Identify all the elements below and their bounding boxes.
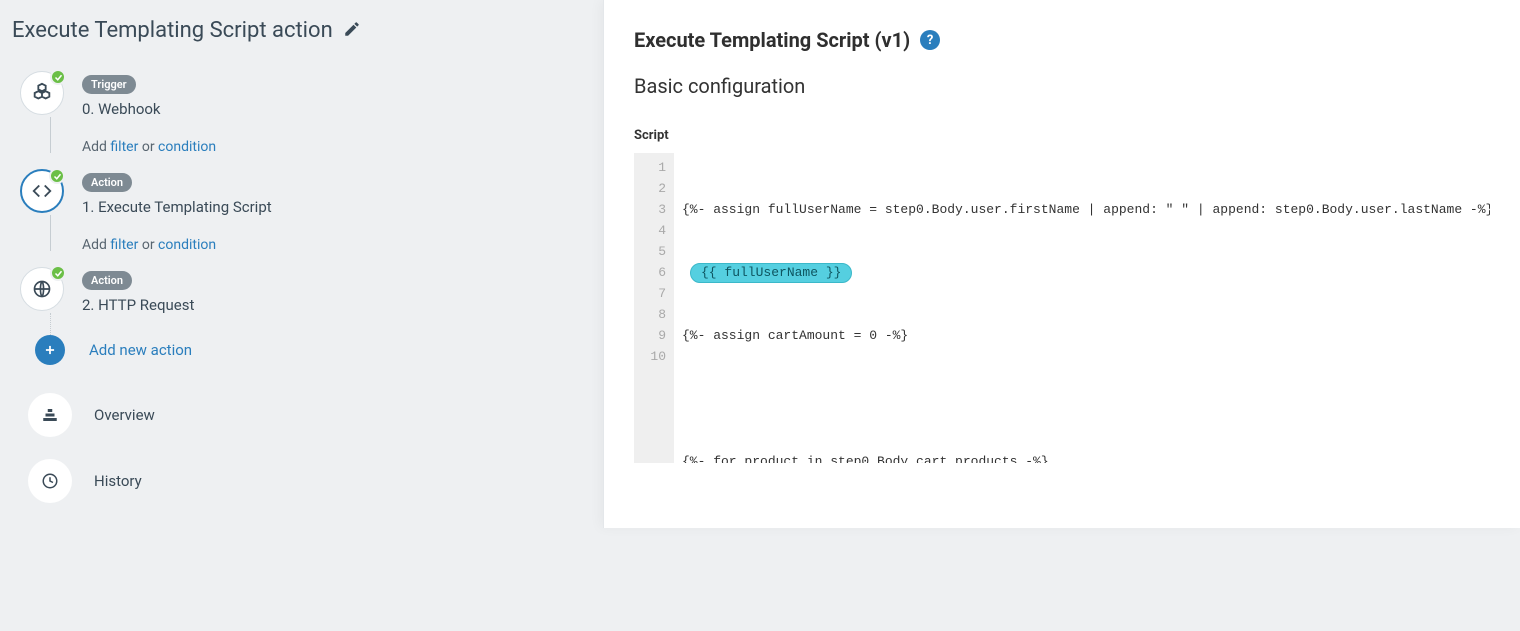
help-icon[interactable]: ? xyxy=(920,30,940,50)
history-icon xyxy=(41,472,59,490)
add-action-label[interactable]: Add new action xyxy=(89,341,192,359)
plus-icon xyxy=(43,343,57,357)
code-icon xyxy=(31,180,53,202)
code-line-5: {%- for product in step0.Body.cart.produ… xyxy=(682,451,1049,463)
step-badge: Action xyxy=(82,271,132,290)
add-condition-link[interactable]: condition xyxy=(158,237,216,253)
step-circle-2[interactable] xyxy=(20,267,64,311)
globe-icon xyxy=(32,279,52,299)
overview-icon xyxy=(41,406,59,424)
step-label: 2. HTTP Request xyxy=(82,296,194,314)
variable-pill-fullusername[interactable]: {{ fullUserName }} xyxy=(690,263,852,283)
code-body[interactable]: {%- assign fullUserName = step0.Body.use… xyxy=(674,153,1490,463)
step-label: 0. Webhook xyxy=(82,100,161,118)
add-filter-link[interactable]: filter xyxy=(110,139,138,155)
script-code-editor[interactable]: 1 2 3 4 5 6 7 8 9 10 {%- assign fullUser… xyxy=(634,153,1490,463)
filter-row-1: Add filter or condition xyxy=(20,229,583,267)
step-label: 1. Execute Templating Script xyxy=(82,198,272,216)
workflow-step-1[interactable]: Action 1. Execute Templating Script xyxy=(20,169,583,229)
history-button[interactable] xyxy=(28,459,72,503)
detail-title: Execute Templating Script (v1) xyxy=(634,28,910,52)
script-field-label: Script xyxy=(634,128,1490,143)
add-action-button[interactable] xyxy=(35,335,65,365)
edit-title-icon[interactable] xyxy=(343,20,361,42)
filter-row-0: Add filter or condition xyxy=(20,131,583,169)
status-ok-icon xyxy=(50,69,66,85)
workflow-step-0[interactable]: Trigger 0. Webhook xyxy=(20,71,583,131)
left-panel: Execute Templating Script action Trigger… xyxy=(0,0,603,631)
status-ok-icon xyxy=(50,265,66,281)
add-condition-link[interactable]: condition xyxy=(158,139,216,155)
step-circle-1[interactable] xyxy=(20,169,64,213)
step-badge: Action xyxy=(82,173,132,192)
status-ok-icon xyxy=(49,168,65,184)
cubes-icon xyxy=(31,82,53,104)
page-title: Execute Templating Script action xyxy=(12,18,333,43)
overview-button[interactable] xyxy=(28,393,72,437)
step-circle-0[interactable] xyxy=(20,71,64,115)
step-badge: Trigger xyxy=(82,75,136,94)
section-heading: Basic configuration xyxy=(634,74,1490,98)
line-number-gutter: 1 2 3 4 5 6 7 8 9 10 xyxy=(634,153,674,463)
code-line-1: {%- assign fullUserName = step0.Body.use… xyxy=(682,199,1490,220)
workflow-step-2[interactable]: Action 2. HTTP Request xyxy=(20,267,583,319)
code-line-3: {%- assign cartAmount = 0 -%} xyxy=(682,325,908,346)
right-panel: Execute Templating Script (v1) ? Basic c… xyxy=(603,0,1520,528)
overview-label[interactable]: Overview xyxy=(94,406,155,424)
add-filter-link[interactable]: filter xyxy=(110,237,138,253)
history-label[interactable]: History xyxy=(94,472,142,490)
